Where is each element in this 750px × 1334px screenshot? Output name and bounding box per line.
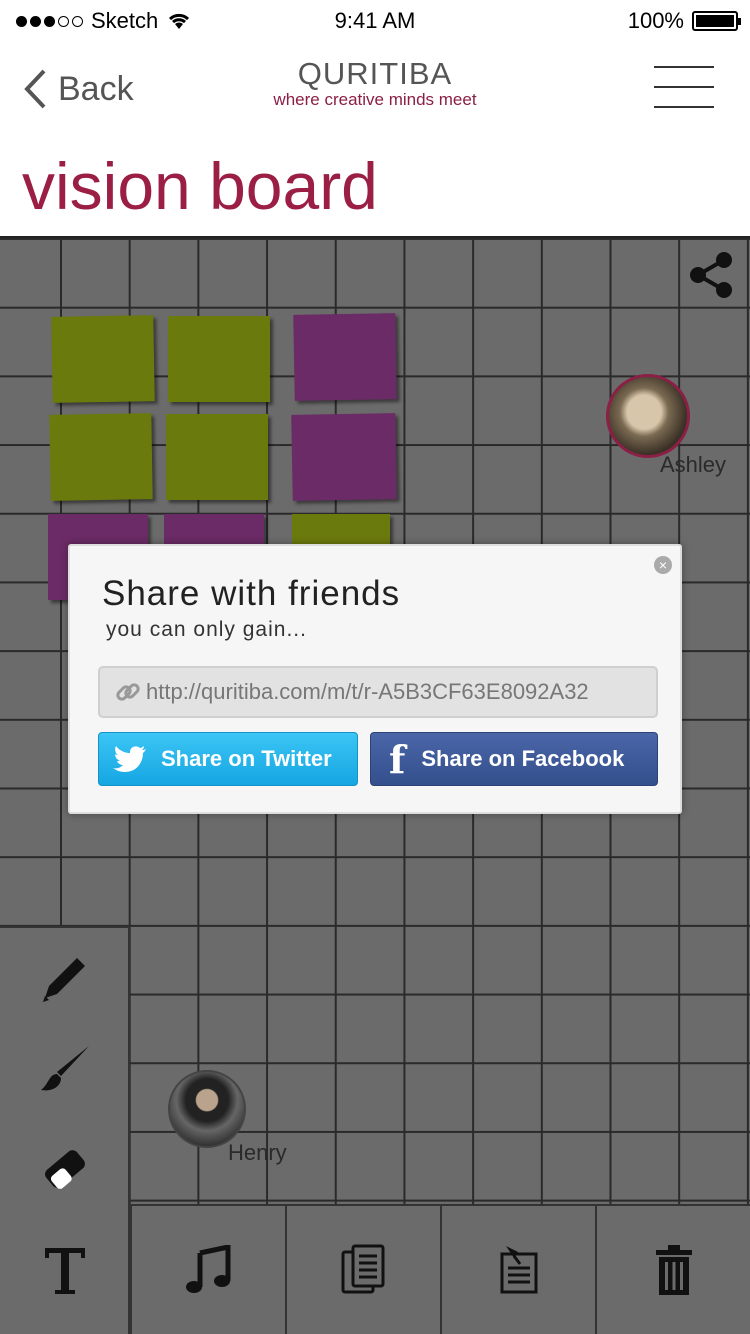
sticky-note[interactable] [293,313,397,401]
share-facebook-button[interactable]: f Share on Facebook [370,732,658,786]
share-twitter-button[interactable]: Share on Twitter [98,732,358,786]
share-url-field[interactable]: http://quritiba.com/m/t/r-A5B3CF63E8092A… [98,666,658,718]
brand-tagline: where creative minds meet [273,90,477,109]
avatar-ashley[interactable] [606,374,690,458]
dialog-subtitle: you can only gain... [106,618,307,641]
pencil-icon [43,958,85,1002]
battery-icon [692,11,741,31]
brush-tool[interactable] [35,1040,95,1100]
sticky-note[interactable] [168,316,270,402]
facebook-icon: f [389,736,406,782]
text-icon [45,1248,85,1294]
brush-icon [41,1046,89,1091]
eraser-tool[interactable] [35,1138,95,1198]
twitter-label: Share on Twitter [161,746,332,771]
media-tools-bar [130,1204,750,1334]
sticky-note[interactable] [49,413,153,501]
share-dialog: × Share with friends you can only gain..… [68,544,682,814]
nav-bar: Back QURITIBA where creative minds meet [0,40,750,140]
facebook-label: Share on Facebook [421,746,625,771]
brand-name: QURITIBA [297,56,453,91]
sticky-note[interactable] [291,413,397,501]
battery-percent: 100% [627,8,684,33]
dialog-title: Share with friends [102,574,401,613]
share-url: http://quritiba.com/m/t/r-A5B3CF63E8092A… [146,679,589,704]
brand: QURITIBA where creative minds meet [0,56,750,110]
music-icon [185,1245,230,1293]
eraser-icon [45,1150,85,1189]
trash-icon [655,1245,692,1295]
hamburger-menu-icon[interactable] [654,66,714,110]
pin-note-button[interactable] [440,1206,595,1334]
battery-group: 100% [627,8,741,34]
collaborator-name: Henry [228,1140,287,1165]
avatar-henry[interactable] [168,1070,246,1148]
page-title: vision board [22,149,378,223]
close-icon[interactable]: × [654,556,672,574]
status-bar: Sketch 9:41 AM 100% [0,0,750,40]
link-icon [116,683,140,701]
copy-icon [341,1244,384,1294]
pin-note-icon [500,1246,537,1294]
share-icon[interactable] [686,250,736,300]
sticky-note[interactable] [166,414,268,500]
copy-button[interactable] [285,1206,440,1334]
text-tool[interactable] [35,1240,95,1300]
collaborator-name: Ashley [660,452,727,477]
drawing-tools-panel [0,926,130,1334]
pencil-tool[interactable] [35,948,95,1008]
twitter-bird-icon [113,746,146,772]
delete-button[interactable] [595,1206,750,1334]
music-button[interactable] [130,1206,285,1334]
sticky-note[interactable] [51,315,155,403]
